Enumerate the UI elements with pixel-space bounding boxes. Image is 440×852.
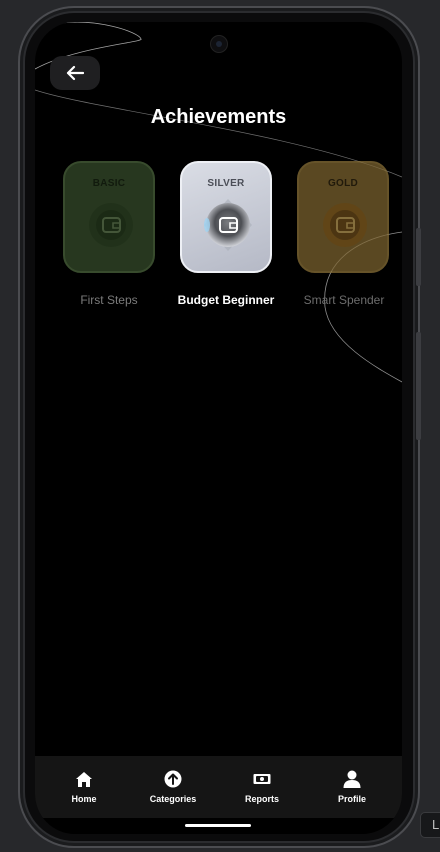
- app-screen: Achievements BASIC First Steps SILVER Bu…: [35, 22, 402, 834]
- wallet-icon: [204, 199, 252, 251]
- wallet-icon: [89, 203, 133, 247]
- arrow-left-icon: [66, 65, 84, 81]
- back-button[interactable]: [50, 56, 100, 90]
- badge-tier-label: BASIC: [92, 178, 126, 189]
- overlay-tag[interactable]: L: [420, 812, 440, 838]
- wallet-icon: [323, 203, 367, 247]
- nav-item-reports[interactable]: Reports: [222, 756, 302, 818]
- nav-label-profile: Profile: [337, 794, 366, 804]
- upload-circle-icon: [164, 770, 182, 788]
- money-icon: [253, 774, 271, 784]
- achievement-card-silver[interactable]: SILVER: [180, 161, 272, 273]
- achievement-card-gold[interactable]: GOLD: [297, 161, 389, 273]
- page-title: Achievements: [150, 106, 287, 128]
- nav-label-home: Home: [71, 794, 97, 804]
- bottom-navigation: Home Categories Reports Profile: [35, 756, 402, 818]
- nav-label-categories: Categories: [149, 794, 197, 804]
- decorative-curves: [35, 22, 402, 383]
- nav-item-home[interactable]: Home: [44, 756, 124, 818]
- badge-name: First Steps: [80, 293, 138, 307]
- badge-name: Smart Spender: [303, 293, 385, 307]
- nav-item-profile[interactable]: Profile: [312, 756, 392, 818]
- volume-button: [416, 228, 421, 286]
- nav-item-categories[interactable]: Categories: [133, 756, 213, 818]
- power-button: [416, 332, 421, 440]
- home-indicator[interactable]: [185, 824, 251, 827]
- person-icon: [343, 770, 361, 788]
- badge-name: Budget Beginner: [177, 293, 275, 307]
- front-camera: [210, 35, 228, 53]
- badge-tier-label: SILVER: [207, 178, 245, 189]
- achievement-card-basic[interactable]: BASIC: [63, 161, 155, 273]
- badge-tier-label: GOLD: [327, 178, 359, 189]
- nav-label-reports: Reports: [244, 794, 279, 804]
- home-icon: [76, 772, 92, 787]
